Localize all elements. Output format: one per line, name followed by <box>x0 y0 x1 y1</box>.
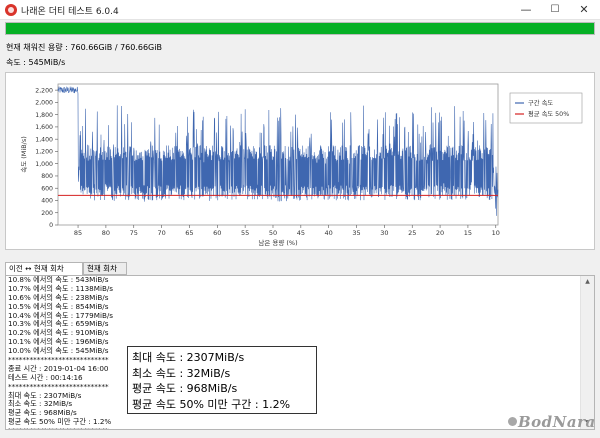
x-tick-label: 15 <box>464 229 472 237</box>
log-scrollbar[interactable]: ▲ ▼ <box>580 276 594 429</box>
window-title: 나래온 더티 테스트 6.0.4 <box>21 7 119 17</box>
summary-below-avg: 평균 속도 50% 미만 구간 : 1.2% <box>132 397 291 411</box>
x-tick-label: 80 <box>102 229 110 237</box>
x-tick-label: 30 <box>380 229 388 237</box>
x-tick-label: 70 <box>157 229 165 237</box>
y-tick-label: 1,400 <box>35 136 53 143</box>
summary-box: 최대 속도 : 2307MiB/s 최소 속도 : 32MiB/s 평균 속도 … <box>127 346 317 414</box>
y-tick-label: 0 <box>49 222 53 229</box>
scroll-up-icon[interactable]: ▲ <box>581 276 594 288</box>
y-tick-label: 600 <box>41 185 53 192</box>
y-tick-label: 2,200 <box>35 87 53 94</box>
log-line: **************************** <box>8 426 568 429</box>
y-tick-label: 400 <box>41 198 53 205</box>
minimize-button[interactable]: — <box>510 0 542 20</box>
summary-avg-speed: 평균 속도 : 968MiB/s <box>132 382 238 395</box>
speed-chart: 0 200 400 600 800 1,000 1,200 1,400 1,600 1,800 2,… <box>5 72 595 250</box>
y-tick-label: 800 <box>41 173 53 180</box>
title-bar: 나래온 더티 테스트 6.0.4 — ☐ ✕ <box>0 0 600 20</box>
watermark-dot-icon <box>508 417 517 426</box>
tab-previous-vs-current[interactable]: 이전 ↔ 현재 회차 <box>5 262 83 276</box>
progress-bar <box>5 22 595 35</box>
x-tick-label: 60 <box>213 229 221 237</box>
current-speed-label: 속도 : 545MiB/s <box>6 58 66 67</box>
y-tick-label: 1,800 <box>35 112 53 119</box>
maximize-button[interactable]: ☐ <box>539 0 571 20</box>
speed-chart-svg: 0 200 400 600 800 1,000 1,200 1,400 1,600 1,800 2,… <box>20 83 583 247</box>
written-capacity-label: 현재 채워진 용량 : 760.66GiB / 760.66GiB <box>6 43 162 52</box>
y-tick-label: 1,200 <box>35 149 53 156</box>
x-tick-label: 85 <box>74 229 82 237</box>
summary-min-speed: 최소 속도 : 32MiB/s <box>132 366 231 380</box>
y-axis-label: 속도 (MiB/s) <box>20 136 28 173</box>
x-tick-label: 65 <box>185 229 193 237</box>
legend-label-average: 평균 속도 50% <box>528 109 569 118</box>
x-tick-label: 40 <box>325 229 333 237</box>
x-tick-label: 10 <box>492 229 500 237</box>
close-button[interactable]: ✕ <box>568 0 600 20</box>
y-tick-label: 2,000 <box>35 100 53 107</box>
x-tick-label: 55 <box>241 229 249 237</box>
x-axis-label: 남은 용량 (%) <box>258 238 297 247</box>
app-logo-icon <box>5 4 17 16</box>
y-tick-label: 200 <box>41 210 53 217</box>
tab-current-round[interactable]: 현재 회차 <box>83 262 127 275</box>
watermark: BodNara <box>518 413 596 431</box>
progress-fill <box>6 23 594 34</box>
y-tick-label: 1,600 <box>35 124 53 131</box>
x-tick-label: 45 <box>297 229 305 237</box>
summary-max-speed: 최대 속도 : 2307MiB/s <box>132 351 245 364</box>
x-tick-label: 25 <box>408 229 416 237</box>
legend-label-speed: 구간 속도 <box>528 98 553 107</box>
x-tick-label: 75 <box>130 229 138 237</box>
x-tick-label: 35 <box>352 229 360 237</box>
x-tick-label: 20 <box>436 229 444 237</box>
x-tick-label: 50 <box>269 229 277 237</box>
y-tick-label: 1,000 <box>35 161 53 168</box>
legend-box <box>509 92 583 124</box>
